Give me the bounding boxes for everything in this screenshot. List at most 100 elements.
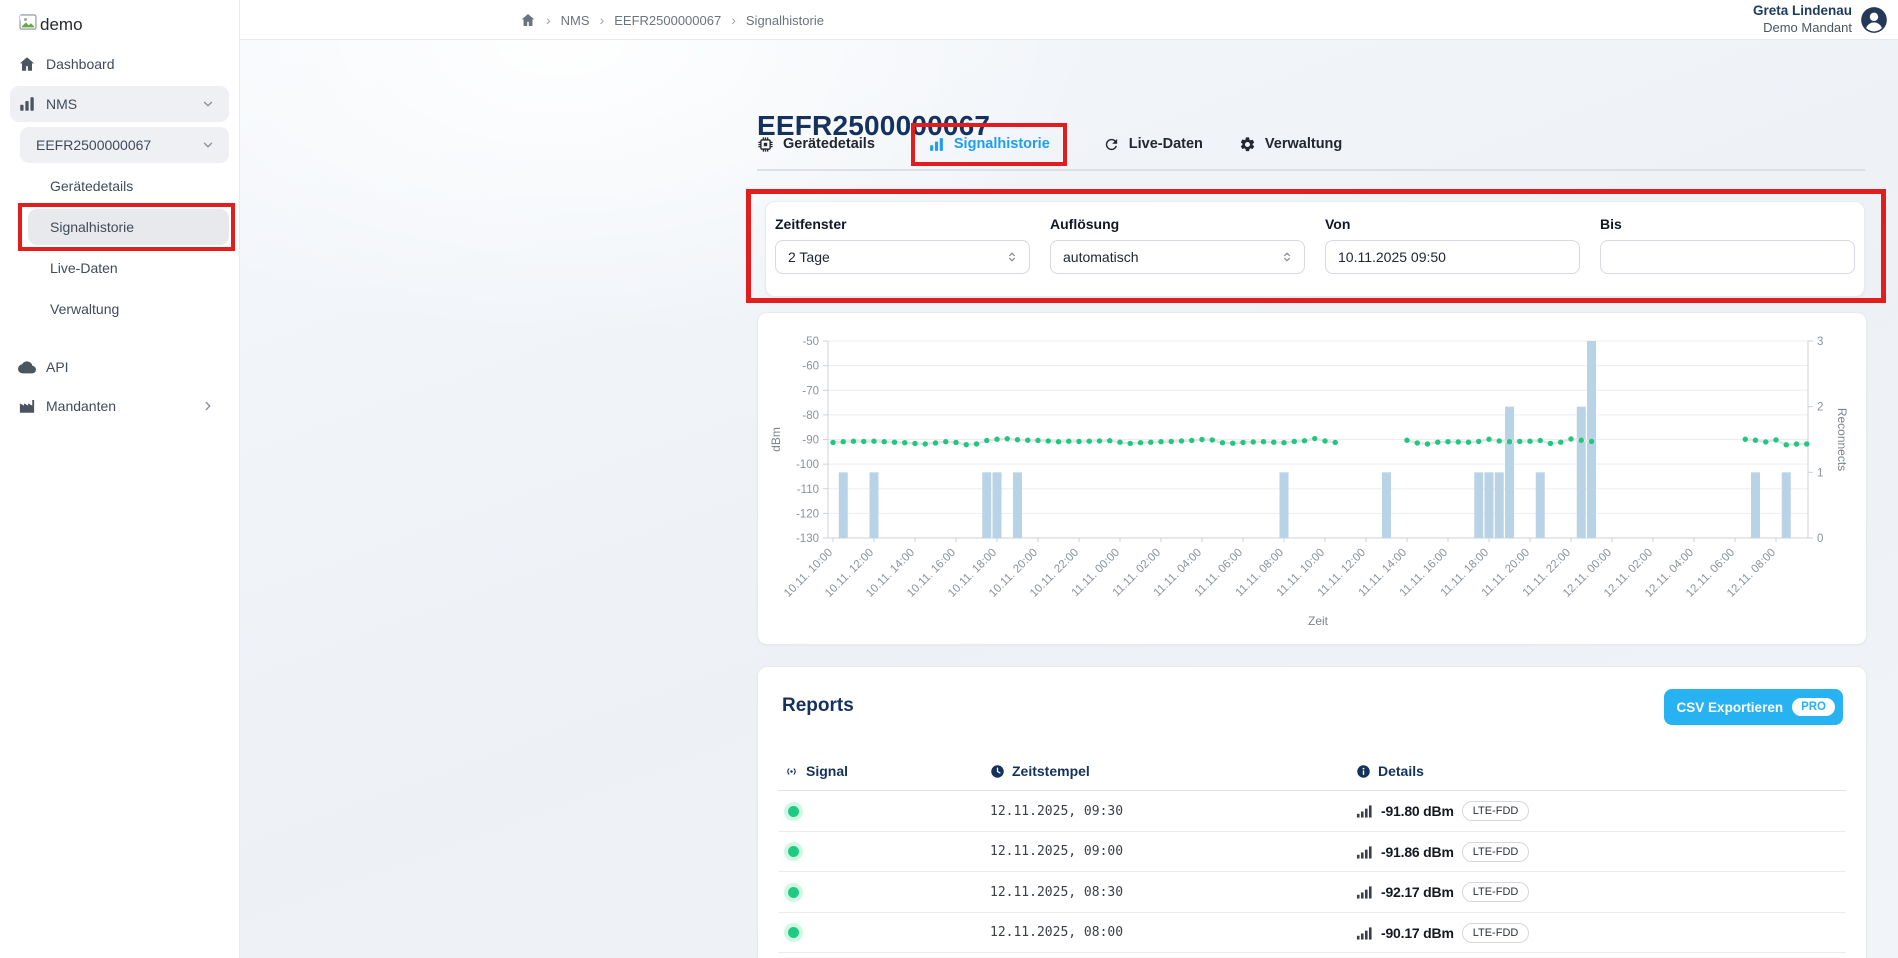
signal-point bbox=[1117, 440, 1122, 445]
column-header-zeitstempel: Zeitstempel bbox=[990, 763, 1090, 779]
filter-select[interactable]: 2 Tage bbox=[775, 240, 1030, 274]
updown-icon bbox=[1005, 250, 1019, 264]
signal-point bbox=[953, 440, 958, 445]
csv-export-label: CSV Exportieren bbox=[1677, 700, 1784, 715]
network-type-badge: LTE-FDD bbox=[1462, 842, 1530, 862]
chart-ytick-label-left: -130 bbox=[796, 533, 819, 545]
reconnect-bar bbox=[1751, 472, 1760, 538]
signal-point bbox=[994, 437, 999, 442]
sidebar-item-eefr2500000067[interactable]: EEFR2500000067 bbox=[0, 127, 239, 163]
signal-point bbox=[1158, 439, 1163, 444]
user-info: Greta Lindenau Demo Mandant bbox=[1753, 3, 1852, 36]
signal-point bbox=[1230, 440, 1235, 445]
filter-label: Zeitfenster bbox=[775, 216, 1030, 232]
sidebar-item-mandanten[interactable]: Mandanten bbox=[0, 388, 239, 424]
signal-point bbox=[912, 441, 917, 446]
filter-field-von: Von bbox=[1325, 216, 1580, 274]
user-avatar-icon[interactable] bbox=[1860, 6, 1888, 34]
csv-export-button[interactable]: CSV Exportieren PRO bbox=[1664, 689, 1843, 725]
signal-point bbox=[1589, 439, 1594, 444]
reconnect-bar bbox=[1782, 472, 1791, 538]
tab-label: Signalhistorie bbox=[954, 136, 1050, 152]
signal-point bbox=[1005, 436, 1010, 441]
details-cell: -90.17 dBmLTE-FDD bbox=[1356, 913, 1529, 954]
table-row[interactable]: 12.11.2025, 08:30-92.17 dBmLTE-FDD bbox=[778, 872, 1846, 913]
filter-select[interactable]: automatisch bbox=[1050, 240, 1305, 274]
home-icon[interactable] bbox=[520, 12, 536, 28]
timestamp-cell: 12.11.2025, 08:00 bbox=[990, 913, 1123, 954]
tab-verwaltung[interactable]: Verwaltung bbox=[1239, 136, 1342, 153]
pro-badge: PRO bbox=[1792, 698, 1835, 716]
status-online-dot bbox=[788, 927, 799, 938]
signal-point bbox=[1568, 436, 1573, 441]
reconnect-bar bbox=[1505, 407, 1514, 538]
sidebar-item-verwaltung[interactable]: Verwaltung bbox=[0, 291, 239, 327]
table-row[interactable]: 12.11.2025, 09:30-91.80 dBmLTE-FDD bbox=[778, 791, 1846, 832]
breadcrumb-item[interactable]: EEFR2500000067 bbox=[614, 13, 721, 28]
filter-select-value: automatisch bbox=[1063, 249, 1138, 265]
signal-point bbox=[1148, 440, 1153, 445]
signal-point bbox=[964, 442, 969, 447]
signal-point bbox=[1804, 441, 1809, 446]
chevron-down-icon[interactable] bbox=[201, 138, 215, 152]
tab-signalhistorie[interactable]: Signalhistorie bbox=[911, 123, 1067, 166]
chevron-down-icon[interactable] bbox=[201, 97, 215, 111]
sidebar-item-label: API bbox=[46, 359, 69, 375]
column-header-signal: Signal bbox=[784, 763, 848, 779]
reports-card: Reports CSV Exportieren PRO SignalZeitst… bbox=[757, 666, 1867, 958]
signal-bars-icon bbox=[1356, 885, 1373, 899]
tab-ger-tedetails[interactable]: Gerätedetails bbox=[757, 136, 875, 153]
tab-label: Live-Daten bbox=[1129, 136, 1203, 152]
building-icon bbox=[18, 397, 36, 415]
reconnect-bar bbox=[1382, 472, 1391, 538]
filter-input-value[interactable] bbox=[1613, 249, 1844, 265]
tab-bar: Gerätedetails Signalhistorie Live-Daten Ver… bbox=[757, 118, 1342, 170]
reconnect-bar bbox=[839, 472, 848, 538]
sidebar-item-label: Mandanten bbox=[46, 398, 116, 414]
filter-input[interactable] bbox=[1325, 240, 1580, 274]
signal-point bbox=[830, 440, 835, 445]
filter-input-value[interactable] bbox=[1338, 249, 1569, 265]
user-tenant: Demo Mandant bbox=[1753, 20, 1852, 36]
app-logo: demo bbox=[18, 12, 83, 37]
chart-xlabel: Zeit bbox=[1308, 614, 1329, 628]
details-cell: -92.17 dBmLTE-FDD bbox=[1356, 872, 1529, 913]
signal-point bbox=[1486, 437, 1491, 442]
signal-point bbox=[1558, 440, 1563, 445]
clock-icon bbox=[990, 764, 1005, 779]
filter-field-aufl-sung: Auflösungautomatisch bbox=[1050, 216, 1305, 274]
signal-chart-card: -50-60-70-80-90-100-110-120-130321010.11… bbox=[757, 312, 1867, 645]
details-cell: -91.80 dBmLTE-FDD bbox=[1356, 791, 1529, 832]
table-row[interactable]: 12.11.2025, 09:00-91.86 dBmLTE-FDD bbox=[778, 832, 1846, 873]
signal-point bbox=[1527, 439, 1532, 444]
signal-point bbox=[1579, 438, 1584, 443]
reconnect-bar bbox=[1013, 472, 1022, 538]
signal-point bbox=[1404, 438, 1409, 443]
signal-point bbox=[1773, 437, 1778, 442]
status-online-dot bbox=[788, 887, 799, 898]
signal-point bbox=[1251, 439, 1256, 444]
status-online-dot bbox=[788, 806, 799, 817]
signal-point bbox=[1179, 438, 1184, 443]
sidebar-item-nms[interactable]: NMS bbox=[0, 86, 239, 122]
tab-live-daten[interactable]: Live-Daten bbox=[1103, 136, 1203, 153]
signal-point bbox=[882, 439, 887, 444]
reconnect-bar bbox=[1495, 472, 1504, 538]
table-row[interactable]: 12.11.2025, 08:00 -90.17 dBmLTE-FDD bbox=[778, 913, 1846, 954]
breadcrumb-item[interactable]: NMS bbox=[561, 13, 590, 28]
user-menu[interactable]: Greta Lindenau Demo Mandant bbox=[1753, 0, 1888, 40]
signal-point bbox=[892, 440, 897, 445]
signal-point bbox=[1763, 439, 1768, 444]
sidebar-item-live-daten[interactable]: Live-Daten bbox=[0, 250, 239, 286]
sidebar-item-dashboard[interactable]: Dashboard bbox=[0, 46, 239, 82]
sidebar-item-signalhistorie[interactable]: Signalhistorie bbox=[0, 209, 239, 245]
signal-point bbox=[1456, 439, 1461, 444]
sidebar-item-ger-tedetails[interactable]: Gerätedetails bbox=[0, 168, 239, 204]
chart-ytick-label-left: -110 bbox=[797, 484, 819, 496]
filter-input[interactable] bbox=[1600, 240, 1855, 274]
chevron-right-icon[interactable] bbox=[201, 399, 215, 413]
signal-point bbox=[1507, 439, 1512, 444]
breadcrumb-separator: › bbox=[546, 12, 551, 28]
sidebar-item-api[interactable]: API bbox=[0, 349, 239, 385]
signal-point bbox=[1517, 439, 1522, 444]
